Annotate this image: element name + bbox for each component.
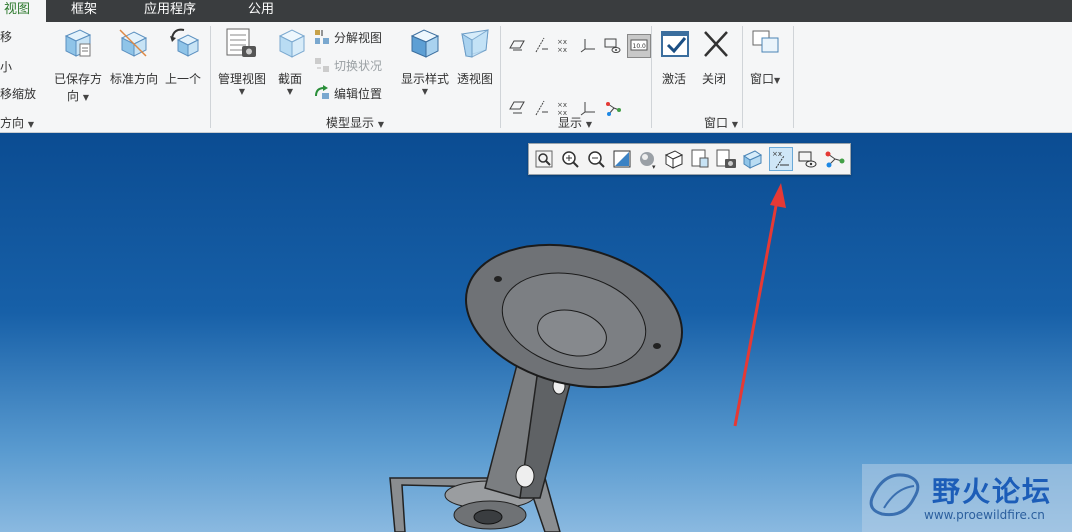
ribbon-tab-bar: 视图 框架 应用程序 公用 (0, 0, 1072, 22)
spin-center-icon[interactable] (741, 148, 763, 170)
axis-tag-icon[interactable] (532, 99, 550, 117)
tag-display-icon[interactable]: 10.0 (627, 34, 651, 58)
saved-orientation-button[interactable]: 已保存方 向 ▼ (54, 70, 102, 104)
svg-text:10.0: 10.0 (633, 43, 647, 50)
svg-text:×x: ×x (557, 38, 567, 46)
group-separator (742, 26, 743, 128)
window-group-label[interactable]: 窗口 ▼ (704, 114, 738, 131)
graphics-toolbar: ▾ ×x (528, 143, 851, 175)
model-display-group-label[interactable]: 模型显示 ▼ (326, 114, 384, 131)
refit-icon[interactable] (533, 148, 555, 170)
spin-center-display-icon[interactable] (604, 99, 622, 117)
view-manager-icon[interactable] (715, 148, 737, 170)
exploded-view-icon[interactable] (313, 28, 331, 46)
csys-display-icon[interactable] (580, 36, 598, 54)
plane-tag-icon[interactable] (508, 99, 526, 117)
group-separator (793, 26, 794, 128)
tab-tools[interactable]: 公用 (248, 0, 274, 22)
window-button[interactable]: 窗口▼ (750, 70, 780, 87)
previous-button[interactable]: 上一个 (165, 70, 201, 87)
display-style-button[interactable]: 显示样式 ▼ (400, 70, 450, 96)
watermark: 野火论坛 www.proewildfire.cn (862, 464, 1072, 532)
pan-item[interactable]: 移 (0, 28, 12, 45)
svg-text:×x: ×x (557, 101, 567, 109)
repaint-icon[interactable] (611, 148, 633, 170)
group-separator (210, 26, 211, 128)
plane-display-icon[interactable] (508, 36, 526, 54)
ribbon: 移 小 移缩放 已保存方 向 ▼ 标准方向 上一个 方向 ▼ 管理视图 ▼ 截面… (0, 22, 1072, 133)
toggle-status-icon (313, 56, 331, 74)
perspective-button[interactable]: 透视图 (457, 70, 493, 87)
svg-text:×x: ×x (772, 150, 782, 158)
display-style-icon[interactable] (663, 148, 685, 170)
zoom-out-icon[interactable] (585, 148, 607, 170)
svg-text:▾: ▾ (652, 163, 656, 170)
toggle-status-button: 切换状况 (334, 59, 383, 73)
section-button[interactable]: 截面 ▼ (278, 70, 302, 96)
display-style-icon[interactable] (408, 26, 442, 60)
tab-applications[interactable]: 应用程序 (144, 0, 196, 22)
standard-orientation-icon[interactable] (116, 26, 150, 60)
manage-views-button[interactable]: 管理视图 ▼ (218, 70, 266, 96)
axis-display-icon[interactable] (532, 36, 550, 54)
tab-view[interactable]: 视图 (0, 0, 46, 22)
annotation-display-icon[interactable] (797, 148, 819, 170)
close-icon[interactable] (700, 28, 732, 60)
manage-views-icon[interactable] (224, 26, 258, 60)
point-display-icon[interactable]: ×x ×x (556, 36, 574, 54)
activate-button[interactable]: 激活 (662, 70, 686, 87)
named-views-icon[interactable] (689, 148, 711, 170)
edit-position-button[interactable]: 编辑位置 (334, 85, 382, 102)
show-group-label[interactable]: 显示 ▼ (558, 114, 592, 131)
previous-orientation-icon[interactable] (168, 26, 202, 60)
tab-framework[interactable]: 框架 (71, 0, 97, 22)
zoom-item[interactable]: 小 (0, 58, 12, 75)
orientation-group-label[interactable]: 方向 ▼ (0, 114, 34, 131)
perspective-icon[interactable] (458, 26, 492, 60)
exploded-view-button[interactable]: 分解视图 (334, 29, 382, 46)
saved-orientation-icon[interactable] (60, 26, 94, 60)
watermark-logo-icon (869, 473, 920, 517)
annotation-display-icon[interactable] (604, 36, 622, 54)
group-separator (500, 26, 501, 128)
svg-text:×x: ×x (557, 46, 567, 54)
network-icon[interactable] (823, 148, 845, 170)
watermark-url: www.proewildfire.cn (924, 508, 1045, 522)
section-icon[interactable] (274, 26, 308, 60)
zoom-in-icon[interactable] (559, 148, 581, 170)
standard-orientation-button[interactable]: 标准方向 (110, 70, 158, 87)
watermark-title: 野火论坛 (932, 475, 1053, 508)
close-button[interactable]: 关闭 (702, 70, 726, 87)
saved-orientations-icon[interactable]: ▾ (637, 148, 659, 171)
edit-position-icon[interactable] (313, 83, 331, 101)
window-icon[interactable] (750, 28, 782, 60)
datum-display-filters-icon[interactable]: ×x (769, 147, 793, 171)
group-separator (651, 26, 652, 128)
pan-zoom-item[interactable]: 移缩放 (0, 85, 36, 102)
activate-icon[interactable] (660, 28, 692, 60)
